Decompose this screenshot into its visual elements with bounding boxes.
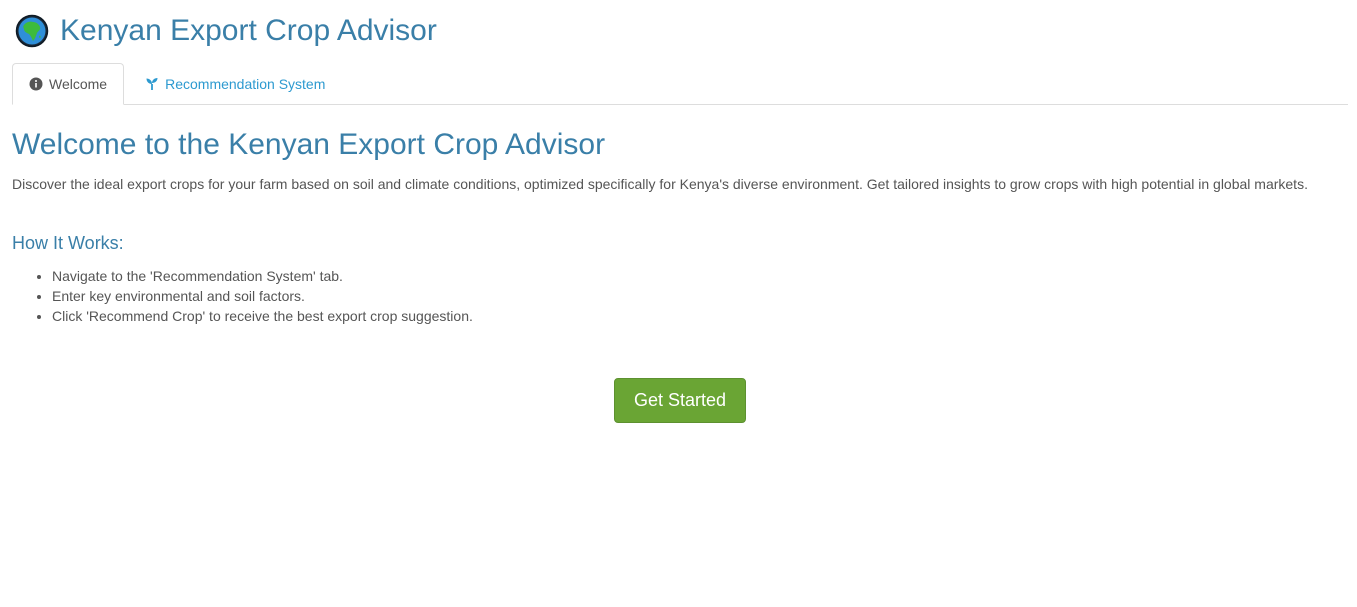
how-it-works-heading: How It Works:	[12, 232, 124, 253]
tab-recommendation-system[interactable]: Recommendation System	[124, 63, 342, 105]
tab-welcome-label: Welcome	[49, 76, 108, 92]
tab-welcome[interactable]: Welcome	[12, 63, 125, 105]
welcome-heading: Welcome to the Kenyan Export Crop Adviso…	[12, 128, 606, 161]
info-circle-icon	[29, 77, 43, 91]
cta-container: Get Started	[12, 378, 1348, 424]
tab-recommendation-label: Recommendation System	[165, 76, 326, 92]
intro-text: Discover the ideal export crops for your…	[12, 176, 1308, 192]
steps-list: Navigate to the 'Recommendation System' …	[12, 266, 1345, 326]
seedling-icon	[145, 77, 159, 91]
list-item: Navigate to the 'Recommendation System' …	[52, 266, 1345, 286]
app-title: Kenyan Export Crop Advisor	[60, 14, 437, 47]
globe-africa-icon	[15, 14, 49, 48]
page: Kenyan Export Crop Advisor Welcome Recom…	[0, 0, 1357, 607]
app-header: Kenyan Export Crop Advisor	[12, 0, 1345, 52]
welcome-panel: Welcome to the Kenyan Export Crop Adviso…	[12, 127, 1348, 424]
list-item: Enter key environmental and soil factors…	[52, 286, 1345, 306]
tab-bar: Welcome Recommendation System	[12, 63, 1348, 105]
get-started-button[interactable]: Get Started	[614, 378, 746, 424]
list-item: Click 'Recommend Crop' to receive the be…	[52, 306, 1345, 326]
